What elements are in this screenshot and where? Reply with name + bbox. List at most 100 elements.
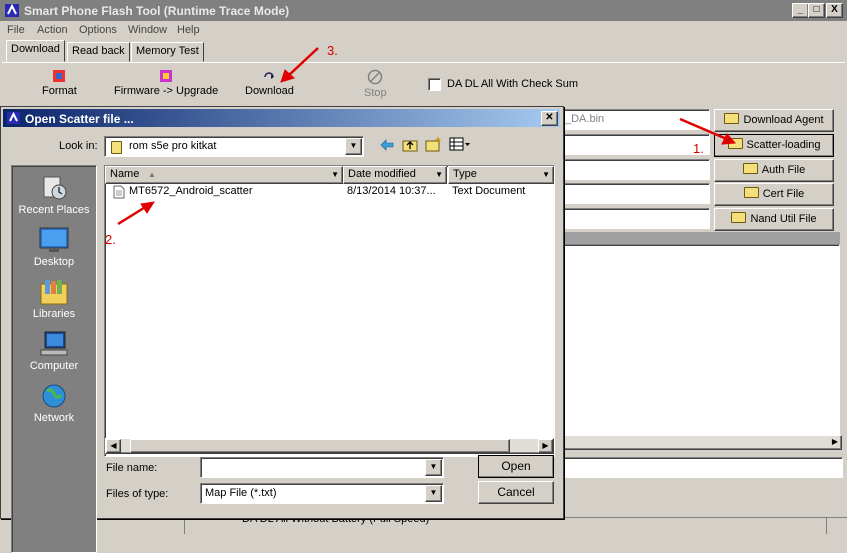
column-type-label: Type	[453, 168, 477, 180]
cancel-button[interactable]: Cancel	[478, 481, 554, 504]
app-icon	[5, 3, 19, 17]
chevron-down-icon[interactable]: ▼	[542, 167, 550, 182]
folder-icon	[727, 138, 743, 149]
format-button[interactable]: Format	[42, 69, 77, 97]
column-header-name[interactable]: Name ▲ ▼	[105, 166, 343, 184]
folder-icon	[111, 141, 122, 154]
libraries-label: Libraries	[32, 308, 76, 320]
auth-file-button[interactable]: Auth File	[714, 159, 834, 182]
menu-help[interactable]: Help	[177, 24, 200, 36]
auth-path-field[interactable]	[560, 159, 710, 180]
dialog-title: Open Scatter file ...	[25, 112, 134, 126]
toolbar: Format Firmware -> Upgrade Download Stop…	[2, 62, 845, 107]
open-scatter-dialog: Open Scatter file ... ✕ Look in: rom s5e…	[0, 106, 564, 553]
menu-options[interactable]: Options	[79, 24, 117, 36]
folder-icon	[724, 113, 740, 124]
file-list-scrollbar[interactable]: ◀ ▶	[105, 438, 554, 454]
scroll-right-icon: ▶	[831, 437, 838, 446]
back-arrow-icon[interactable]	[380, 139, 394, 151]
dialog-title-bar: Open Scatter file ... ✕	[3, 109, 560, 127]
menu-file[interactable]: File	[7, 24, 25, 36]
up-folder-icon[interactable]	[402, 137, 418, 152]
chevron-down-icon[interactable]: ▼	[345, 138, 362, 155]
dialog-close-button[interactable]: ✕	[541, 111, 558, 126]
download-agent-button[interactable]: Download Agent	[714, 109, 834, 132]
main-title-bar: Smart Phone Flash Tool (Runtime Trace Mo…	[0, 0, 847, 21]
scroll-left-icon[interactable]: ◀	[106, 439, 121, 453]
file-name-cell: MT6572_Android_scatter	[129, 185, 253, 197]
open-button[interactable]: Open	[478, 455, 554, 478]
column-header-type[interactable]: Type ▼	[448, 166, 554, 184]
chevron-down-icon[interactable]: ▼	[425, 485, 442, 502]
firmware-icon	[160, 70, 173, 82]
column-name-label: Name	[110, 168, 140, 180]
checksum-label: DA DL All With Check Sum	[447, 78, 579, 90]
download-button[interactable]: Download	[245, 69, 294, 97]
place-libraries[interactable]: Libraries	[12, 278, 96, 320]
computer-icon	[40, 331, 68, 356]
annotation-label-3: 3.	[327, 43, 338, 58]
files-of-type-select[interactable]: Map File (*.txt) ▼	[200, 483, 444, 504]
partition-list-scrollbar[interactable]: ▶	[560, 435, 842, 450]
file-name-input[interactable]: ▼	[200, 457, 444, 478]
nand-path-field[interactable]	[560, 208, 710, 229]
download-agent-label: Download Agent	[743, 114, 824, 126]
file-type-cell: Text Document	[452, 185, 526, 197]
checksum-checkbox[interactable]	[428, 78, 441, 91]
place-recent-places[interactable]: Recent Places	[12, 174, 96, 216]
nand-util-file-button[interactable]: Nand Util File	[714, 208, 834, 231]
format-label: Format	[42, 85, 77, 97]
tab-read-back[interactable]: Read back	[67, 42, 130, 62]
file-row[interactable]: MT6572_Android_scatter 8/13/2014 10:37..…	[105, 184, 554, 200]
column-date-label: Date modified	[348, 168, 416, 180]
sort-up-icon: ▲	[148, 170, 156, 179]
file-date-cell: 8/13/2014 10:37...	[347, 185, 436, 197]
annotation-label-1: 1.	[693, 141, 704, 156]
folder-icon	[742, 163, 758, 174]
network-label: Network	[33, 412, 75, 424]
status-divider	[184, 518, 185, 534]
chevron-down-icon[interactable]: ▼	[425, 459, 442, 476]
tab-download[interactable]: Download	[6, 40, 65, 62]
view-menu-icon[interactable]	[449, 137, 471, 151]
new-folder-icon[interactable]	[425, 136, 442, 152]
scatter-path-field[interactable]	[560, 134, 710, 155]
scatter-loading-label: Scatter-loading	[746, 139, 821, 151]
close-button[interactable]: X	[826, 3, 843, 18]
scroll-right-icon[interactable]: ▶	[538, 439, 553, 453]
recent-places-icon	[43, 176, 67, 200]
cert-path-field[interactable]	[560, 183, 710, 204]
progress-bar	[560, 457, 843, 478]
look-in-combo[interactable]: rom s5e pro kitkat ▼	[104, 136, 364, 157]
place-desktop[interactable]: Desktop	[12, 226, 96, 268]
look-in-value: rom s5e pro kitkat	[129, 140, 217, 152]
libraries-icon	[40, 280, 68, 305]
scatter-loading-button[interactable]: Scatter-loading	[714, 134, 834, 157]
list-header	[560, 232, 840, 244]
text-file-icon	[113, 185, 125, 199]
download-icon	[264, 72, 275, 79]
da-path-field[interactable]: _DA.bin	[560, 109, 710, 130]
minimize-button[interactable]: _	[792, 3, 809, 18]
network-icon	[42, 384, 66, 408]
stop-button[interactable]: Stop	[364, 69, 387, 99]
status-bar: DA DL All Without Battery (Full Speed)	[0, 513, 847, 535]
column-header-date[interactable]: Date modified ▼	[343, 166, 447, 184]
tab-memory-test[interactable]: Memory Test	[131, 42, 204, 62]
cert-file-button[interactable]: Cert File	[714, 183, 834, 206]
scroll-thumb[interactable]	[130, 439, 510, 453]
chevron-down-icon[interactable]: ▼	[435, 167, 443, 182]
desktop-label: Desktop	[33, 256, 75, 268]
nand-util-file-label: Nand Util File	[750, 213, 817, 225]
firmware-upgrade-button[interactable]: Firmware -> Upgrade	[114, 69, 218, 97]
chevron-down-icon[interactable]: ▼	[331, 167, 339, 182]
maximize-button[interactable]: □	[808, 3, 825, 18]
menu-action[interactable]: Action	[37, 24, 68, 36]
menu-window[interactable]: Window	[128, 24, 167, 36]
place-computer[interactable]: Computer	[12, 330, 96, 372]
place-network[interactable]: Network	[12, 382, 96, 424]
folder-icon	[731, 212, 747, 223]
auth-file-label: Auth File	[761, 164, 806, 176]
download-label: Download	[245, 85, 294, 97]
status-divider	[826, 518, 827, 534]
